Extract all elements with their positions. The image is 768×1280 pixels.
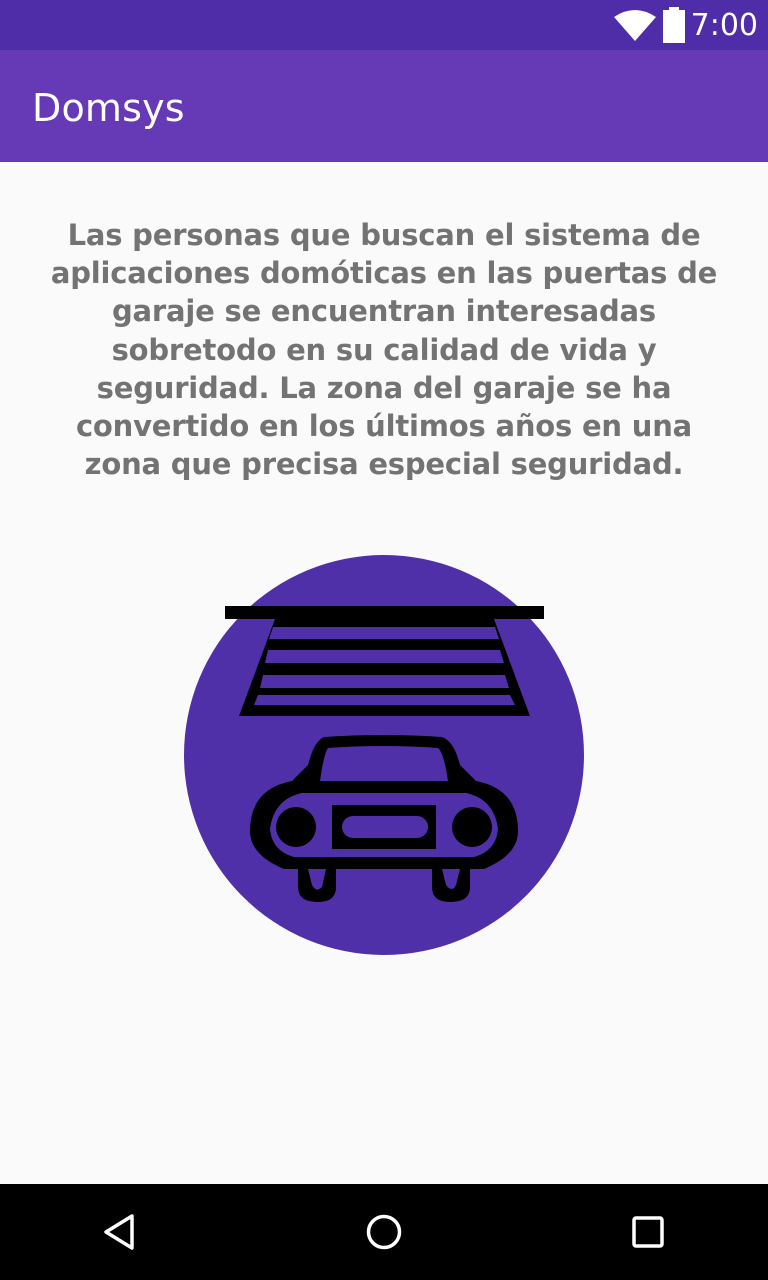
garage-car-icon [184,555,584,955]
recents-button[interactable] [588,1184,708,1280]
battery-icon [663,7,685,43]
status-bar: 7:00 [0,0,768,50]
back-icon [104,1214,134,1250]
home-button[interactable] [324,1184,444,1280]
wifi-icon [614,10,656,41]
back-button[interactable] [60,1184,180,1280]
app-bar: Domsys [0,50,768,162]
app-title: Domsys [32,86,185,130]
description-text: Las personas que buscan el sistema de ap… [50,218,718,482]
home-icon [366,1214,402,1250]
main-content: Las personas que buscan el sistema de ap… [0,162,768,1184]
recents-icon [632,1216,664,1248]
status-time: 7:00 [690,8,758,43]
navigation-bar [0,1184,768,1280]
